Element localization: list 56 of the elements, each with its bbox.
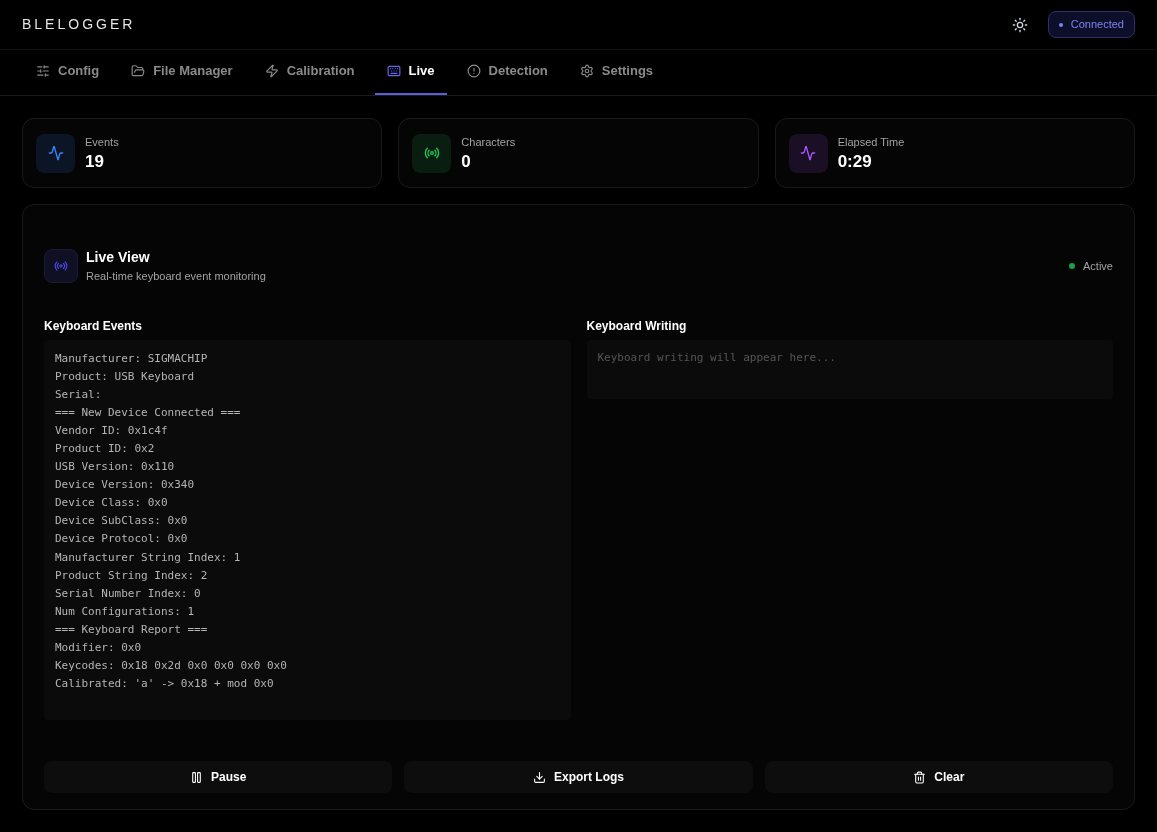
- log-line: Serial:: [55, 386, 103, 403]
- stat-label: Events: [85, 135, 119, 151]
- log-line: Product ID: 0x2: [55, 440, 156, 457]
- stat-value: 19: [85, 150, 105, 172]
- panel-subtitle: Real-time keyboard event monitoring: [86, 269, 266, 284]
- nav-tab[interactable]: Detection: [454, 49, 560, 95]
- log-line: Calibrated: 'a' -> 0x18 + mod 0x0: [55, 676, 275, 693]
- stat-value: 0: [461, 150, 472, 172]
- action-button[interactable]: Pause: [44, 761, 393, 793]
- folder-icon: [131, 64, 146, 78]
- section-title: Keyboard Writing: [586, 317, 688, 335]
- stat-label: Characters: [461, 135, 516, 151]
- action-button[interactable]: Export Logs: [404, 761, 753, 793]
- lightning-icon: [264, 64, 279, 78]
- log-line: Device SubClass: 0x0: [55, 513, 189, 530]
- log-line: Vendor ID: 0x1c4f: [55, 422, 169, 439]
- keyboard-icon: [386, 64, 401, 78]
- trash-icon: [913, 770, 927, 784]
- nav-tab[interactable]: Live: [374, 49, 447, 95]
- pause-icon: [190, 770, 203, 784]
- log-line: === New Device Connected ===: [55, 404, 242, 421]
- stat-label: Elapsed Time: [837, 135, 905, 151]
- log-line: === Keyboard Report ===: [55, 621, 209, 638]
- settings-icon: [579, 64, 594, 78]
- pulse-icon: [47, 145, 64, 161]
- pulse-icon: [800, 145, 817, 161]
- log-line: Serial Number Index: 0: [55, 585, 202, 602]
- sliders-icon: [36, 64, 50, 78]
- alert-icon: [466, 64, 481, 78]
- log-line: Device Version: 0x340: [55, 477, 196, 494]
- log-line: Modifier: 0x0: [55, 640, 143, 656]
- log-line: Product String Index: 2: [55, 567, 209, 584]
- section-title: Keyboard Events: [44, 317, 144, 335]
- log-line: Keycodes: 0x18 0x2d 0x0 0x0 0x0 0x0: [55, 658, 288, 675]
- nav-tab[interactable]: File Manager: [119, 49, 245, 95]
- action-button[interactable]: Clear: [764, 761, 1113, 793]
- log-line: USB Version: 0x110: [55, 459, 176, 476]
- app-logo: BLELOGGER: [22, 15, 136, 34]
- broadcast-icon: [423, 145, 440, 161]
- writing-area[interactable]: Keyboard writing will appear here...: [586, 339, 1113, 399]
- nav-tab[interactable]: Calibration: [252, 49, 367, 95]
- nav-tab[interactable]: Config: [24, 49, 112, 95]
- log-line: Manufacturer: SIGMACHIP: [55, 350, 209, 367]
- log-line: Manufacturer String Index: 1: [55, 549, 242, 566]
- log-line: Product: USB Keyboard: [55, 368, 196, 385]
- broadcast-icon: [54, 258, 68, 273]
- active-status: Active: [1069, 257, 1113, 274]
- nav-tab[interactable]: Settings: [567, 49, 666, 95]
- sun-icon: [1011, 16, 1028, 33]
- stat-value: 0:29: [837, 150, 873, 172]
- log-line: Device Protocol: 0x0: [55, 531, 189, 548]
- download-icon: [533, 770, 546, 784]
- log-line: Num Configurations: 1: [55, 603, 196, 620]
- log-line: Device Class: 0x0: [55, 495, 169, 512]
- connection-badge: Connected: [1047, 11, 1135, 38]
- panel-title: Live View: [86, 248, 151, 267]
